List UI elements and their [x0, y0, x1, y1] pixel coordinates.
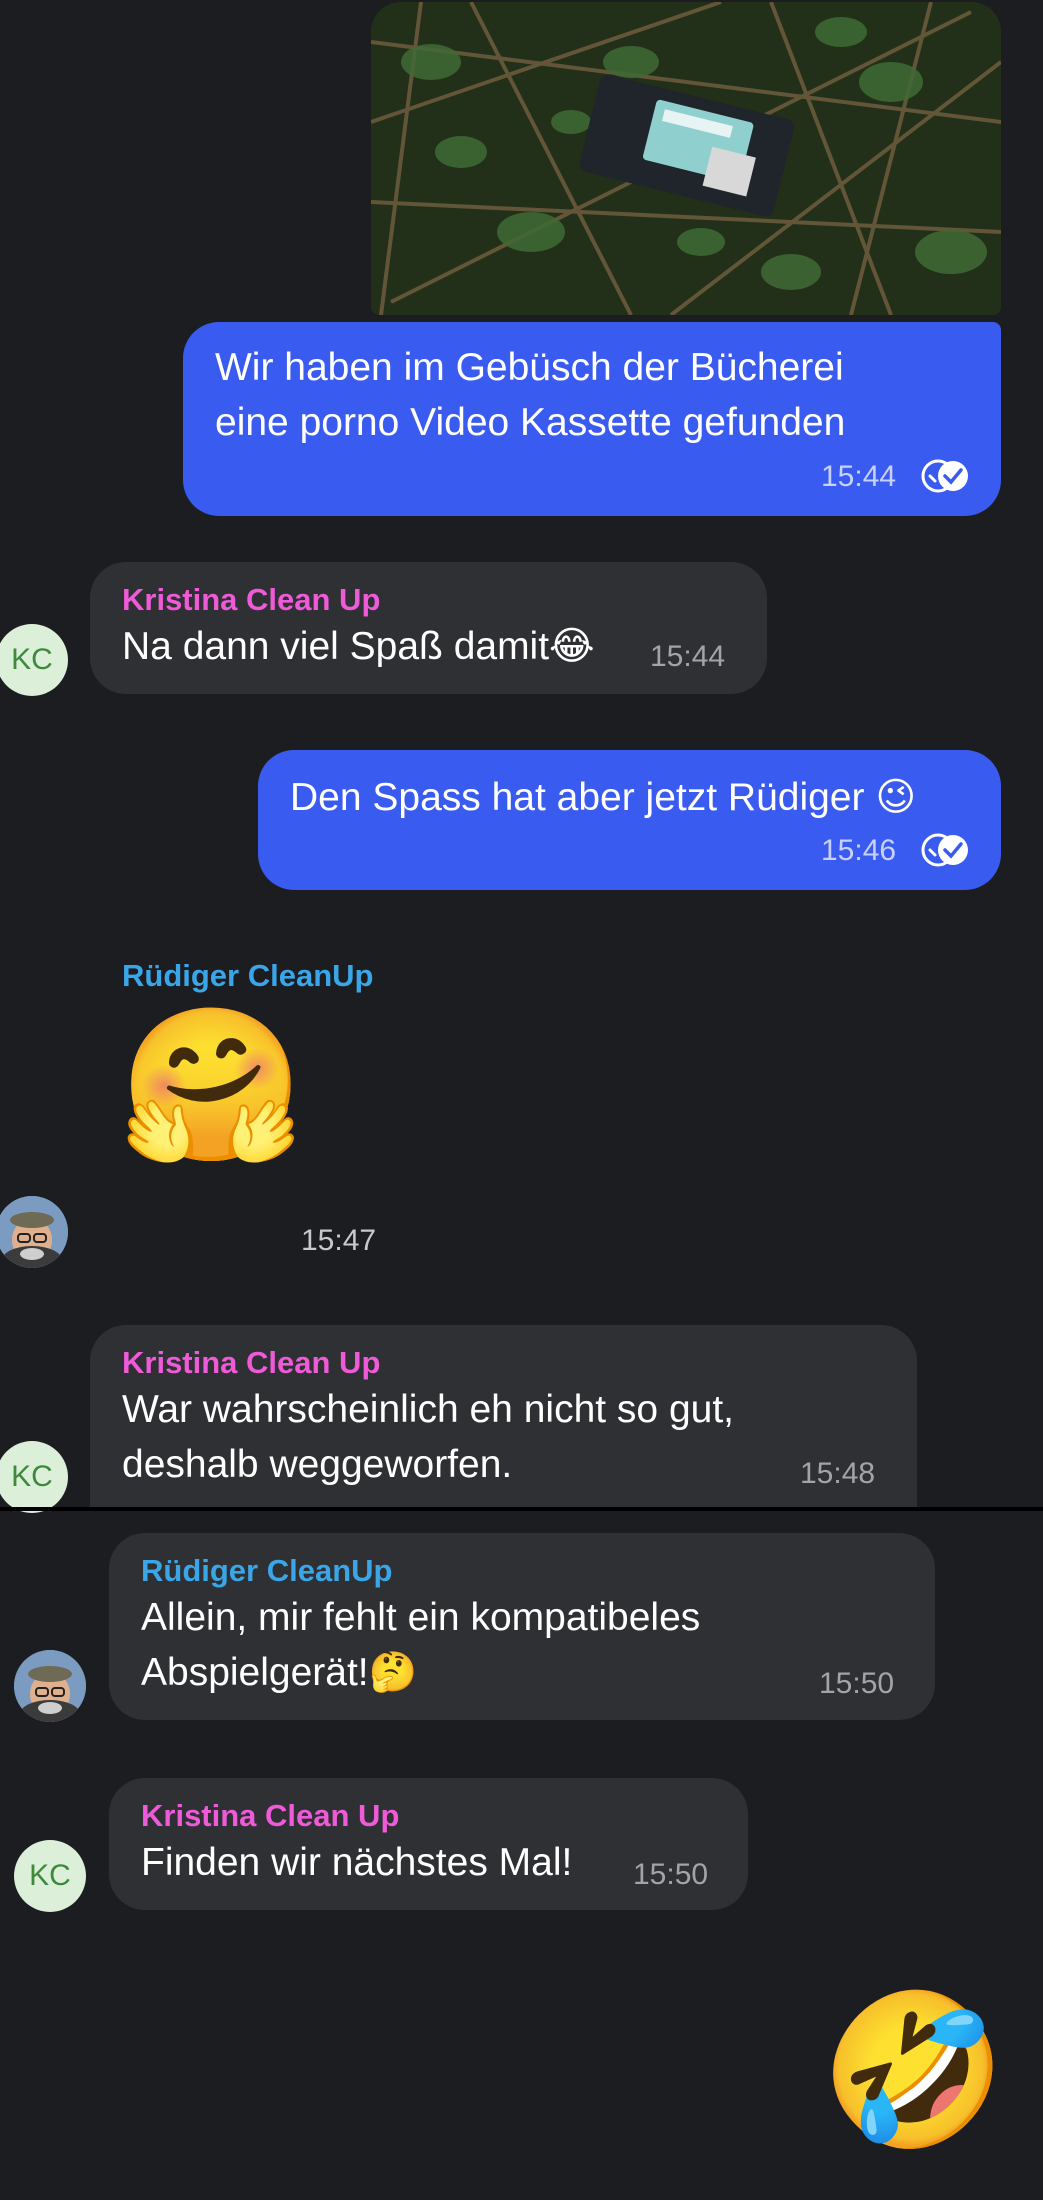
message-time: 15:44: [821, 460, 897, 493]
message-time: 15:48: [800, 1457, 876, 1490]
incoming-message-bubble[interactable]: Rüdiger CleanUp Allein, mir fehlt ein ko…: [109, 1533, 935, 1720]
message-text: Wir haben im Gebüsch der Bücherei eine p…: [215, 346, 846, 444]
incoming-message-bubble[interactable]: Kristina Clean Up Na dann viel Spaß dami…: [90, 562, 767, 694]
user-avatar-photo[interactable]: [14, 1650, 86, 1722]
message-time: 15:50: [633, 1858, 709, 1891]
outgoing-message-bubble[interactable]: Den Spass hat aber jetzt Rüdiger 😉 15:46: [258, 750, 1001, 890]
message-time: 15:50: [819, 1667, 895, 1700]
hugging-face-sticker[interactable]: 🤗: [118, 1000, 305, 1170]
avatar-initials: KC: [11, 1460, 53, 1493]
message-text: Na dann viel Spaß damit😂: [122, 625, 595, 668]
sender-name: Rüdiger CleanUp: [141, 1553, 393, 1588]
read-checkmarks-icon: [921, 459, 971, 498]
incoming-message-bubble[interactable]: Kristina Clean Up Finden wir nächstes Ma…: [109, 1778, 748, 1910]
avatar[interactable]: KC: [0, 1441, 68, 1513]
avatar[interactable]: KC: [14, 1840, 86, 1912]
message-text: Den Spass hat aber jetzt Rüdiger 😉: [290, 776, 916, 819]
vhs-cassette-photo: [371, 2, 1001, 315]
rolling-on-floor-laughing-sticker[interactable]: 🤣: [820, 1985, 1007, 2155]
message-text: Allein, mir fehlt ein kompatibeles Abspi…: [141, 1596, 701, 1694]
sender-name: Kristina Clean Up: [122, 1345, 381, 1380]
avatar[interactable]: KC: [0, 624, 68, 696]
outgoing-message-bubble[interactable]: Wir haben im Gebüsch der Bücherei eine p…: [183, 322, 1001, 516]
message-text: Finden wir nächstes Mal!: [141, 1841, 573, 1884]
message-time: 15:44: [650, 640, 726, 673]
message-time: 15:47: [301, 1224, 377, 1257]
message-text: War wahrscheinlich eh nicht so gut, desh…: [122, 1388, 735, 1486]
avatar-initials: KC: [29, 1859, 71, 1892]
sender-name: Kristina Clean Up: [141, 1798, 400, 1833]
message-time: 15:46: [821, 834, 897, 867]
photo-message[interactable]: [371, 2, 1001, 315]
user-avatar-photo[interactable]: [0, 1196, 68, 1268]
avatar-initials: KC: [11, 643, 53, 676]
incoming-message-bubble[interactable]: Kristina Clean Up War wahrscheinlich eh …: [90, 1325, 917, 1510]
sender-name: Kristina Clean Up: [122, 582, 381, 617]
read-checkmarks-icon: [921, 833, 971, 872]
sender-name: Rüdiger CleanUp: [122, 958, 374, 993]
screenshot-divider: [0, 1507, 1043, 1511]
